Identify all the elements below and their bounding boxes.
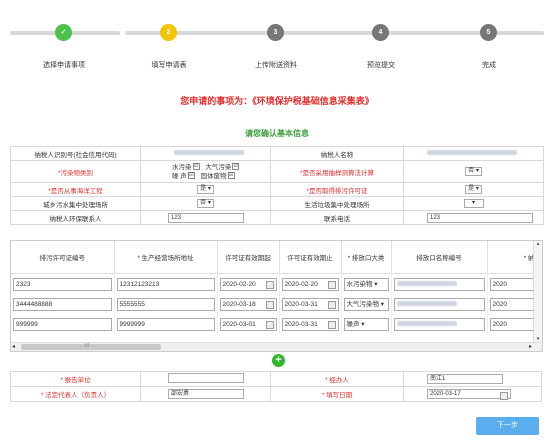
scroll-right-icon[interactable]: ▸ — [529, 343, 532, 351]
notice-text: 您申请的事项为：《环境保护税基础信息采集表》 — [180, 96, 374, 106]
step-current-icon: 2 — [160, 24, 177, 41]
fill-date-label: * 填写日期 — [270, 386, 404, 402]
sewage-select[interactable]: 否 ▾ — [197, 199, 214, 208]
option-noise: 噪 声 — [172, 172, 187, 180]
scroll-thumb[interactable]: III — [21, 343, 161, 350]
step-indicator: ✓ 2 3 4 5 选择申请事项 填写申请表 上传附送资料 预览提交 完成 — [10, 18, 544, 70]
col-permit-no: 排污许可证编号 — [11, 241, 115, 274]
calendar-icon[interactable] — [327, 300, 336, 309]
end-date-input[interactable]: 2020-02-20 — [281, 277, 339, 291]
outlet-input[interactable] — [393, 317, 485, 331]
phone-label: 联系电话 — [270, 210, 404, 225]
start-date-input[interactable]: 2020-03-18 — [219, 297, 277, 311]
signature-table: * 报告单位 * 经办人 南江1 * 法定代表人（负责人） 邵宏勇 * 填写日期… — [10, 371, 542, 402]
step-label: 选择申请事项 — [43, 62, 85, 69]
section-title: 请您确认基本信息 — [245, 129, 309, 138]
legal-rep-label: * 法定代表人（负责人） — [10, 386, 141, 402]
end-date-input[interactable]: 2020-03-31 — [281, 317, 339, 331]
step-label: 完成 — [482, 62, 496, 69]
table-row: 2323 12312123213 2020-02-20 2020-02-20 水… — [11, 273, 542, 294]
option-air: 大气污染 — [205, 163, 232, 171]
calendar-icon[interactable] — [500, 392, 508, 400]
step-label: 填写申请表 — [151, 62, 187, 69]
calendar-icon[interactable] — [327, 320, 336, 329]
permit-label: *是否取得排污许可证 — [270, 182, 404, 197]
checkbox-air[interactable]: ☑ — [232, 163, 240, 171]
garbage-select[interactable]: ▾ — [463, 199, 484, 208]
report-unit-input[interactable] — [168, 373, 244, 383]
pollutant-type-options: 水污染 ☑ 大气污染 ☑ 噪 声 ☑ 固体废物 ☑ — [140, 160, 271, 183]
step-pending-icon: 3 — [267, 24, 284, 41]
step-pending-icon: 4 — [372, 24, 389, 41]
add-row-icon[interactable]: + — [272, 354, 285, 367]
horizontal-scrollbar[interactable]: ◂ III ▸ — [11, 342, 542, 351]
phone-input[interactable]: 123 — [427, 212, 533, 223]
calendar-icon[interactable] — [327, 280, 336, 289]
coeff-label: *是否采用抽样测算法计算 — [270, 160, 404, 183]
address-input[interactable]: 9999999 — [116, 317, 215, 331]
taxpayer-name-value — [403, 146, 544, 161]
kind-select[interactable]: 噪声 ▾ — [343, 317, 389, 331]
sea-select[interactable]: 是 ▾ — [197, 185, 214, 194]
step-pending-icon: 5 — [480, 24, 497, 41]
handler-label: * 经办人 — [270, 371, 404, 387]
taxpayer-name-label: 纳税人名称 — [270, 146, 404, 161]
vertical-scrollbar[interactable]: ▴ ▾ — [533, 241, 542, 343]
permit-input[interactable]: 2323 — [13, 277, 112, 291]
contact-input[interactable]: 123 — [168, 212, 244, 223]
sewage-label: 城乡污水集中处理场所 — [10, 196, 141, 211]
basic-info-table: 纳税人识别号(社会信用代码) 纳税人名称 *污染物类别 水污染 ☑ 大气污染 ☑ 噪… — [10, 146, 544, 225]
calendar-icon[interactable] — [265, 320, 274, 329]
col-kind: * 排放口大类 — [341, 241, 392, 274]
kind-select[interactable]: 大气污染物 ▾ — [343, 297, 389, 311]
step-done-icon: ✓ — [55, 24, 72, 41]
step-line — [335, 31, 445, 35]
address-input[interactable]: 12312123213 — [116, 277, 215, 291]
permit-input[interactable]: 3444488888 — [13, 297, 112, 311]
sea-label: *是否从事海洋工程 — [10, 182, 141, 197]
step-line — [230, 31, 340, 35]
table-row: 999999 9999999 2020-03-01 2020-03-31 噪声 … — [11, 314, 542, 334]
step-label: 上传附送资料 — [255, 62, 297, 69]
start-date-input[interactable]: 2020-03-01 — [219, 317, 277, 331]
option-solid: 固体废物 — [200, 172, 227, 180]
start-date-input[interactable]: 2020-02-20 — [219, 277, 277, 291]
grip-icon: III — [85, 343, 90, 349]
coeff-select[interactable]: 否 ▾ — [465, 167, 482, 176]
contact-label: 纳税人环保联系人 — [10, 210, 141, 225]
checkbox-noise[interactable]: ☑ — [187, 172, 195, 180]
end-date-input[interactable]: 2020-03-31 — [281, 297, 339, 311]
step-label: 预览提交 — [367, 62, 395, 69]
handler-input[interactable]: 南江1 — [427, 374, 503, 384]
taxpayer-id-value — [140, 146, 271, 161]
step-line — [125, 31, 235, 35]
outlet-input[interactable] — [393, 277, 485, 291]
col-outlet: 排放口名称编号 — [391, 241, 488, 274]
permit-select[interactable]: 是 ▾ — [465, 185, 482, 194]
outlet-input[interactable] — [393, 297, 485, 311]
checkbox-solid[interactable]: ☑ — [227, 172, 235, 180]
pollutant-type-label: *污染物类别 — [10, 160, 141, 183]
taxpayer-id-label: 纳税人识别号(社会信用代码) — [10, 146, 141, 161]
calendar-icon[interactable] — [265, 280, 274, 289]
discharge-grid: 排污许可证编号 * 生产经营场所地址 许可证有效期起 许可证有效期止 * 排放口… — [10, 240, 543, 352]
col-start: 许可证有效期起 — [217, 241, 280, 274]
scroll-left-icon[interactable]: ◂ — [12, 343, 15, 351]
fill-date-input[interactable]: 2020-03-17 — [427, 389, 511, 400]
garbage-label: 生活垃圾集中处理场所 — [270, 196, 404, 211]
col-end: 许可证有效期止 — [279, 241, 342, 274]
col-address: * 生产经营场所地址 — [114, 241, 218, 274]
table-row: 3444488888 5555555 2020-03-18 2020-03-31… — [11, 294, 542, 314]
permit-input[interactable]: 999999 — [13, 317, 112, 331]
option-water: 水污染 — [172, 163, 192, 171]
grid-header-row: 排污许可证编号 * 生产经营场所地址 许可证有效期起 许可证有效期止 * 排放口… — [11, 241, 542, 274]
kind-select[interactable]: 水污染物 ▾ — [343, 277, 389, 291]
calendar-icon[interactable] — [265, 300, 274, 309]
scroll-up-icon[interactable]: ▴ — [534, 241, 542, 248]
checkbox-water[interactable]: ☑ — [192, 163, 200, 171]
next-button[interactable]: 下一步 — [476, 417, 539, 435]
address-input[interactable]: 5555555 — [116, 297, 215, 311]
report-unit-label: * 报告单位 — [10, 371, 141, 387]
legal-rep-input[interactable]: 邵宏勇 — [168, 389, 244, 399]
